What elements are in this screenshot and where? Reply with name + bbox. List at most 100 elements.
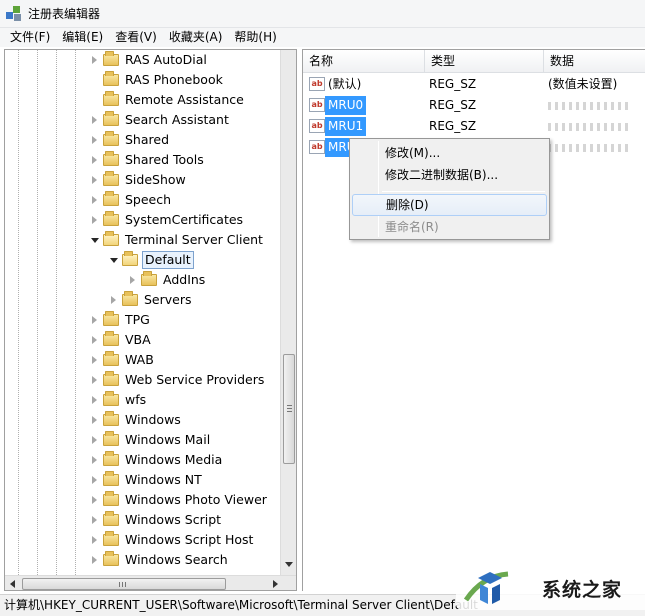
- context-delete[interactable]: 删除(D): [352, 194, 547, 216]
- tree-item-label[interactable]: Servers: [142, 291, 194, 309]
- tree-item[interactable]: SystemCertificates: [5, 210, 281, 230]
- collapsed-arrow-icon[interactable]: [92, 176, 97, 184]
- tree-horizontal-scrollbar[interactable]: [5, 575, 296, 590]
- tree-item[interactable]: Terminal Server Client: [5, 230, 281, 250]
- tree-item-label[interactable]: Web Service Providers: [123, 371, 266, 389]
- tree-item-label[interactable]: WAB: [123, 351, 156, 369]
- tree-item-label[interactable]: Search Assistant: [123, 111, 231, 129]
- menu-help[interactable]: 帮助(H): [228, 28, 282, 47]
- tree-item-label[interactable]: Terminal Server Client: [123, 231, 265, 249]
- value-name[interactable]: (默认): [325, 75, 364, 94]
- tree-item[interactable]: wfs: [5, 390, 281, 410]
- tree-item[interactable]: Windows Photo Viewer: [5, 490, 281, 510]
- tree-item-label[interactable]: Default: [142, 251, 194, 269]
- tree-item-label[interactable]: Shared: [123, 131, 171, 149]
- context-modify[interactable]: 修改(M)...: [352, 142, 547, 164]
- scroll-down-arrow-icon[interactable]: [285, 562, 293, 567]
- value-name[interactable]: MRU0: [325, 96, 367, 115]
- collapsed-arrow-icon[interactable]: [92, 496, 97, 504]
- tree-item[interactable]: Windows Search: [5, 550, 281, 570]
- tree-item-label[interactable]: Windows Search: [123, 551, 230, 569]
- tree-item[interactable]: RAS Phonebook: [5, 70, 281, 90]
- tree-item-label[interactable]: Windows Photo Viewer: [123, 491, 269, 509]
- tree-item-label[interactable]: Windows Script Host: [123, 531, 255, 549]
- collapsed-arrow-icon[interactable]: [92, 216, 97, 224]
- tree-item[interactable]: Web Service Providers: [5, 370, 281, 390]
- collapsed-arrow-icon[interactable]: [92, 456, 97, 464]
- expanded-arrow-icon[interactable]: [110, 258, 118, 263]
- collapsed-arrow-icon[interactable]: [92, 156, 97, 164]
- collapsed-arrow-icon[interactable]: [130, 276, 135, 284]
- expanded-arrow-icon[interactable]: [91, 238, 99, 243]
- tree-item-label[interactable]: Windows NT: [123, 471, 204, 489]
- column-type[interactable]: 类型: [425, 50, 544, 73]
- collapsed-arrow-icon[interactable]: [92, 376, 97, 384]
- tree-item-label[interactable]: Remote Assistance: [123, 91, 246, 109]
- tree-item-label[interactable]: Windows Mail: [123, 431, 212, 449]
- collapsed-arrow-icon[interactable]: [92, 316, 97, 324]
- tree-scroll-thumb[interactable]: [283, 354, 295, 464]
- column-data[interactable]: 数据: [544, 50, 645, 73]
- tree-item[interactable]: Shared: [5, 130, 281, 150]
- tree-item-label[interactable]: wfs: [123, 391, 148, 409]
- collapsed-arrow-icon[interactable]: [92, 556, 97, 564]
- tree-item[interactable]: Remote Assistance: [5, 90, 281, 110]
- tree-item[interactable]: Windows Script Host: [5, 530, 281, 550]
- collapsed-arrow-icon[interactable]: [92, 536, 97, 544]
- tree-hscroll-thumb[interactable]: [22, 578, 226, 590]
- menu-edit[interactable]: 编辑(E): [56, 28, 109, 47]
- tree-item[interactable]: Search Assistant: [5, 110, 281, 130]
- tree-item[interactable]: AddIns: [5, 270, 281, 290]
- tree-item[interactable]: Windows Mail: [5, 430, 281, 450]
- tree-item[interactable]: WAB: [5, 350, 281, 370]
- collapsed-arrow-icon[interactable]: [92, 356, 97, 364]
- menu-file[interactable]: 文件(F): [4, 28, 56, 47]
- value-row[interactable]: ab MRU1 REG_SZ: [303, 116, 645, 137]
- tree-item-label[interactable]: Windows: [123, 411, 183, 429]
- column-name[interactable]: 名称: [303, 50, 425, 73]
- tree-item-label[interactable]: RAS AutoDial: [123, 51, 209, 69]
- collapsed-arrow-icon[interactable]: [92, 336, 97, 344]
- tree-item[interactable]: VBA: [5, 330, 281, 350]
- collapsed-arrow-icon[interactable]: [92, 56, 97, 64]
- menu-favorites[interactable]: 收藏夹(A): [163, 28, 229, 47]
- registry-key-tree[interactable]: RAS AutoDial RAS Phonebook Remote Assistan…: [4, 49, 297, 591]
- tree-item[interactable]: Default: [5, 250, 281, 270]
- collapsed-arrow-icon[interactable]: [92, 476, 97, 484]
- tree-item[interactable]: Servers: [5, 290, 281, 310]
- tree-item-label[interactable]: SideShow: [123, 171, 188, 189]
- menu-view[interactable]: 查看(V): [109, 28, 163, 47]
- value-row[interactable]: ab MRU0 REG_SZ: [303, 95, 645, 116]
- tree-item-label[interactable]: AddIns: [161, 271, 207, 289]
- tree-item[interactable]: SideShow: [5, 170, 281, 190]
- tree-vertical-scrollbar[interactable]: [280, 50, 296, 575]
- tree-item[interactable]: Shared Tools: [5, 150, 281, 170]
- tree-item[interactable]: RAS AutoDial: [5, 50, 281, 70]
- tree-item-label[interactable]: VBA: [123, 331, 153, 349]
- value-name[interactable]: MRU1: [325, 117, 367, 136]
- tree-item-label[interactable]: TPG: [123, 311, 152, 329]
- tree-item[interactable]: Windows: [5, 410, 281, 430]
- collapsed-arrow-icon[interactable]: [92, 416, 97, 424]
- registry-values-list[interactable]: 名称 类型 数据 ab (默认) REG_SZ (数值未设置) ab MRU0 REG_SZ…: [302, 49, 645, 591]
- collapsed-arrow-icon[interactable]: [92, 196, 97, 204]
- value-row[interactable]: ab (默认) REG_SZ (数值未设置): [303, 74, 645, 95]
- tree-item-label[interactable]: Windows Media: [123, 451, 224, 469]
- scroll-right-arrow-icon[interactable]: [273, 580, 278, 588]
- tree-item-label[interactable]: Speech: [123, 191, 173, 209]
- collapsed-arrow-icon[interactable]: [111, 296, 116, 304]
- collapsed-arrow-icon[interactable]: [92, 396, 97, 404]
- tree-item-label[interactable]: Shared Tools: [123, 151, 206, 169]
- tree-item[interactable]: TPG: [5, 310, 281, 330]
- context-modify-binary[interactable]: 修改二进制数据(B)...: [352, 164, 547, 186]
- collapsed-arrow-icon[interactable]: [92, 116, 97, 124]
- tree-item[interactable]: Windows NT: [5, 470, 281, 490]
- tree-item-label[interactable]: RAS Phonebook: [123, 71, 225, 89]
- tree-item[interactable]: Speech: [5, 190, 281, 210]
- tree-item-label[interactable]: SystemCertificates: [123, 211, 245, 229]
- tree-item[interactable]: Windows Media: [5, 450, 281, 470]
- scroll-left-arrow-icon[interactable]: [10, 580, 15, 588]
- tree-item-label[interactable]: Windows Script: [123, 511, 223, 529]
- tree-item[interactable]: Windows Script: [5, 510, 281, 530]
- collapsed-arrow-icon[interactable]: [92, 516, 97, 524]
